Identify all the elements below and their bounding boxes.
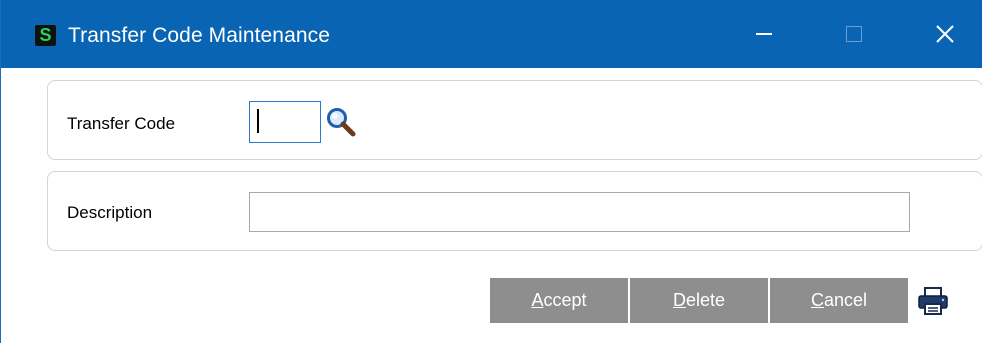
- minimize-icon: [756, 33, 772, 35]
- printer-icon[interactable]: [917, 286, 949, 316]
- maximize-button: [831, 14, 877, 54]
- description-label: Description: [67, 203, 153, 222]
- app-icon: S: [35, 25, 56, 46]
- close-button[interactable]: [922, 14, 968, 54]
- maximize-icon: [846, 26, 862, 42]
- cancel-mnemonic: C: [810, 290, 824, 310]
- magnifier-icon[interactable]: [325, 106, 357, 138]
- window-title: Transfer Code Maintenance: [68, 24, 331, 47]
- description-input[interactable]: [249, 192, 910, 232]
- title-bar[interactable]: S Transfer Code Maintenance: [1, 0, 982, 68]
- accept-mnemonic: A: [531, 290, 544, 310]
- delete-label: elete: [685, 290, 726, 310]
- text-caret: [257, 109, 259, 133]
- transfer-code-window: S Transfer Code Maintenance Transfer Cod…: [0, 0, 982, 343]
- transfer-code-input[interactable]: [249, 101, 321, 143]
- accept-label: ccept: [543, 290, 587, 310]
- cancel-button[interactable]: Cancel: [770, 278, 908, 323]
- minimize-button[interactable]: [741, 14, 787, 54]
- accept-button[interactable]: Accept: [490, 278, 628, 323]
- transfer-code-group: [47, 80, 982, 160]
- close-icon: [936, 25, 954, 43]
- transfer-code-label: Transfer Code: [67, 114, 176, 133]
- delete-button[interactable]: Delete: [630, 278, 768, 323]
- delete-mnemonic: D: [672, 290, 686, 310]
- cancel-label: ancel: [823, 290, 868, 310]
